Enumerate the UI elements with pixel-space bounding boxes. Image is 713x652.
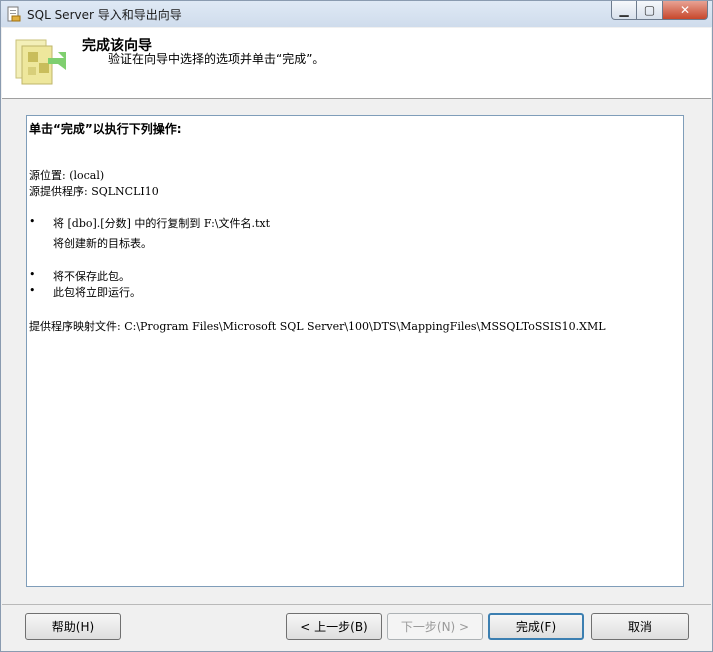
- cancel-button[interactable]: 取消: [591, 613, 689, 640]
- app-icon: [7, 6, 21, 22]
- window-title: SQL Server 导入和导出向导: [27, 8, 182, 22]
- summary-panel[interactable]: 单击“完成”以执行下列操作: 源位置: (local) 源提供程序: SQLNC…: [26, 115, 684, 587]
- copy-rows-item: 将 [dbo].[分数] 中的行复制到 F:\文件名.txt: [53, 217, 271, 230]
- mapping-file: 提供程序映射文件: C:\Program Files\Microsoft SQL…: [29, 320, 606, 333]
- no-save-item: 将不保存此包。: [53, 270, 130, 283]
- create-table-item: 将创建新的目标表。: [53, 237, 152, 250]
- finish-button[interactable]: 完成(F): [488, 613, 584, 640]
- wizard-header: 完成该向导 验证在向导中选择的选项并单击“完成”。: [2, 28, 711, 99]
- bullet-marker: •: [29, 268, 36, 281]
- summary-heading: 单击“完成”以执行下列操作:: [29, 122, 182, 136]
- window-controls: ▁ ▢ ✕: [611, 1, 708, 20]
- source-provider: 源提供程序: SQLNCLI10: [29, 185, 159, 198]
- minimize-button[interactable]: ▁: [611, 1, 637, 20]
- minimize-icon: ▁: [619, 3, 629, 17]
- close-button[interactable]: ✕: [663, 1, 708, 20]
- page-subtitle: 验证在向导中选择的选项并单击“完成”。: [108, 52, 325, 66]
- title-bar[interactable]: SQL Server 导入和导出向导 ▁ ▢ ✕: [1, 1, 712, 27]
- bullet-marker: •: [29, 215, 36, 228]
- run-now-item: 此包将立即运行。: [53, 286, 141, 299]
- maximize-button[interactable]: ▢: [637, 1, 663, 20]
- wizard-window: SQL Server 导入和导出向导 ▁ ▢ ✕ 完成该向导 验证在向导中选择的…: [0, 0, 713, 652]
- bullet-marker: •: [29, 284, 36, 297]
- maximize-icon: ▢: [643, 3, 656, 17]
- close-icon: ✕: [679, 3, 691, 17]
- next-button[interactable]: 下一步(N) >: [387, 613, 483, 640]
- source-location: 源位置: (local): [29, 169, 105, 182]
- wizard-icon: [15, 39, 66, 85]
- help-button[interactable]: 帮助(H): [25, 613, 121, 640]
- back-button[interactable]: < 上一步(B): [286, 613, 382, 640]
